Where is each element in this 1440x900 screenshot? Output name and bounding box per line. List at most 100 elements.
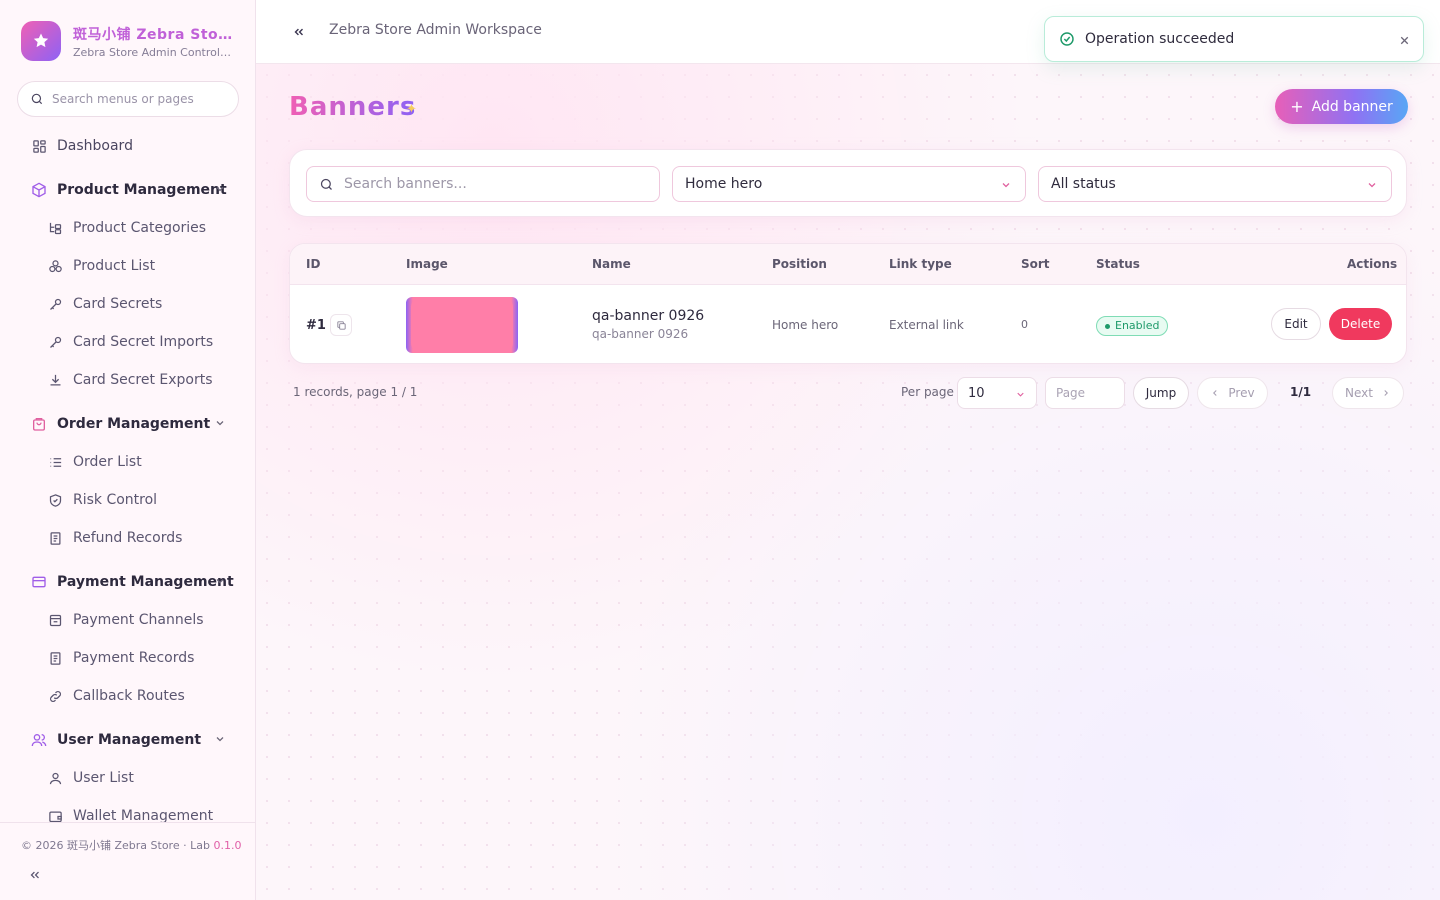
doc-icon xyxy=(46,529,64,547)
filter-bar: Home hero All status xyxy=(289,149,1407,217)
sidebar-group-label: Order Management xyxy=(57,416,211,432)
user-icon xyxy=(46,769,64,787)
sidebar-item-risk-control[interactable]: Risk Control xyxy=(36,482,238,518)
key-icon xyxy=(46,333,64,351)
table-header: ID Image Name Position Link type Sort St… xyxy=(290,244,1406,285)
close-icon[interactable] xyxy=(1398,32,1411,51)
per-page-label: Per page xyxy=(901,385,954,399)
dashboard-icon xyxy=(30,137,48,155)
banner-search[interactable] xyxy=(306,166,660,202)
topbar-collapse-button[interactable] xyxy=(292,24,306,43)
list-icon xyxy=(46,453,64,471)
sidebar: 斑马小铺 Zebra Store Zebra Store Admin Contr… xyxy=(0,0,256,900)
copy-icon[interactable] xyxy=(330,314,352,336)
banner-name-sub: qa-banner 0926 xyxy=(592,327,689,341)
next-label: Next xyxy=(1345,386,1373,400)
sidebar-footer: © 2026 斑马小铺 Zebra Store · Lab 0.1.0 xyxy=(0,822,255,900)
sidebar-item-dashboard[interactable]: Dashboard xyxy=(20,128,238,164)
sidebar-item-card-secrets[interactable]: Card Secrets xyxy=(36,286,238,322)
next-button[interactable]: Next xyxy=(1332,377,1404,409)
column-header-link-type: Link type xyxy=(889,257,952,271)
sidebar-search-input[interactable] xyxy=(52,92,222,106)
sidebar-item-card-secret-exports[interactable]: Card Secret Exports xyxy=(36,362,238,398)
sidebar-item-payment-records[interactable]: Payment Records xyxy=(36,640,238,676)
sidebar-group-product-management[interactable]: Product Management xyxy=(20,172,238,208)
column-header-sort: Sort xyxy=(1021,257,1050,271)
status-badge: Enabled xyxy=(1096,316,1169,336)
search-icon xyxy=(320,178,332,190)
current-page: 1/1 xyxy=(1290,385,1312,399)
sidebar-group-user-management[interactable]: User Management xyxy=(20,722,238,758)
column-header-position: Position xyxy=(772,257,827,271)
sidebar-item-label: Product List xyxy=(73,258,156,274)
copyright: © 2026 斑马小铺 Zebra Store · Lab 0.1.0 xyxy=(21,837,241,853)
sidebar-search[interactable] xyxy=(17,81,239,117)
card-icon xyxy=(30,573,48,591)
chevron-down-icon xyxy=(1366,179,1378,195)
version-number: 0.1.0 xyxy=(213,839,242,852)
per-page-value: 10 xyxy=(968,385,985,401)
sidebar-group-order-management[interactable]: Order Management xyxy=(20,406,238,442)
banner-name: qa-banner 0926 xyxy=(592,308,705,324)
banners-table: ID Image Name Position Link type Sort St… xyxy=(289,243,1407,364)
success-toast: Operation succeeded xyxy=(1044,16,1424,62)
page-input[interactable] xyxy=(1045,377,1125,409)
banner-link-type: External link xyxy=(889,318,964,332)
position-select[interactable]: Home hero xyxy=(672,166,1026,202)
sidebar-group-payment-management[interactable]: Payment Management xyxy=(20,564,238,600)
column-header-image: Image xyxy=(406,257,448,271)
brand-name: 斑马小铺 Zebra Store xyxy=(73,26,233,43)
edit-button[interactable]: Edit xyxy=(1271,308,1321,340)
check-circle-icon xyxy=(1060,32,1074,46)
column-header-actions: Actions xyxy=(1347,257,1398,271)
sidebar-group-label: Payment Management xyxy=(57,574,234,590)
toast-message: Operation succeeded xyxy=(1085,31,1235,47)
delete-button[interactable]: Delete xyxy=(1329,308,1392,340)
prev-button[interactable]: Prev xyxy=(1197,377,1268,409)
add-banner-label: Add banner xyxy=(1311,98,1393,115)
column-header-status: Status xyxy=(1096,257,1140,271)
chevron-down-icon xyxy=(214,733,226,749)
position-select-value: Home hero xyxy=(685,176,763,192)
search-icon xyxy=(31,93,43,105)
sidebar-item-refund-records[interactable]: Refund Records xyxy=(36,520,238,556)
sidebar-item-card-secret-imports[interactable]: Card Secret Imports xyxy=(36,324,238,360)
sidebar-item-order-list[interactable]: Order List xyxy=(36,444,238,480)
sidebar-item-label: Product Categories xyxy=(73,220,207,236)
sidebar-collapse-button[interactable] xyxy=(28,867,42,886)
sidebar-item-label: Card Secret Imports xyxy=(73,334,214,350)
banner-search-input[interactable] xyxy=(344,176,644,192)
users-icon xyxy=(30,731,48,749)
sidebar-item-label: Refund Records xyxy=(73,530,183,546)
sidebar-item-label: Payment Channels xyxy=(73,612,204,628)
brand[interactable]: 斑马小铺 Zebra Store Zebra Store Admin Contr… xyxy=(21,21,233,61)
brand-subtitle: Zebra Store Admin Control Panel xyxy=(73,45,233,59)
plus-icon: + xyxy=(1290,97,1304,116)
sidebar-item-label: Risk Control xyxy=(73,492,158,508)
sidebar-item-product-list[interactable]: Product List xyxy=(36,248,238,284)
status-select[interactable]: All status xyxy=(1038,166,1392,202)
page-title: Banners xyxy=(289,92,417,122)
jump-button[interactable]: Jump xyxy=(1133,377,1189,409)
pagination-info: 1 records, page 1 / 1 xyxy=(293,385,418,399)
sidebar-item-callback-routes[interactable]: Callback Routes xyxy=(36,678,238,714)
column-header-name: Name xyxy=(592,257,631,271)
sidebar-item-label: Payment Records xyxy=(73,650,195,666)
banner-position: Home hero xyxy=(772,318,839,332)
sidebar-item-payment-channels[interactable]: Payment Channels xyxy=(36,602,238,638)
channel-icon xyxy=(46,611,64,629)
banner-sort: 0 xyxy=(1021,318,1028,331)
banner-thumbnail[interactable] xyxy=(406,297,518,353)
sidebar-item-product-categories[interactable]: Product Categories xyxy=(36,210,238,246)
add-banner-button[interactable]: + Add banner xyxy=(1275,89,1408,124)
sidebar-group-label: User Management xyxy=(57,732,202,748)
chevron-down-icon xyxy=(214,575,226,591)
download-icon xyxy=(46,371,64,389)
sidebar-item-user-list[interactable]: User List xyxy=(36,760,238,796)
chevron-down-icon xyxy=(1000,179,1012,195)
prev-label: Prev xyxy=(1228,386,1255,400)
shield-icon xyxy=(46,491,64,509)
sidebar-group-label: Product Management xyxy=(57,182,227,198)
per-page-select[interactable]: 10 xyxy=(957,377,1037,409)
key-icon xyxy=(46,295,64,313)
